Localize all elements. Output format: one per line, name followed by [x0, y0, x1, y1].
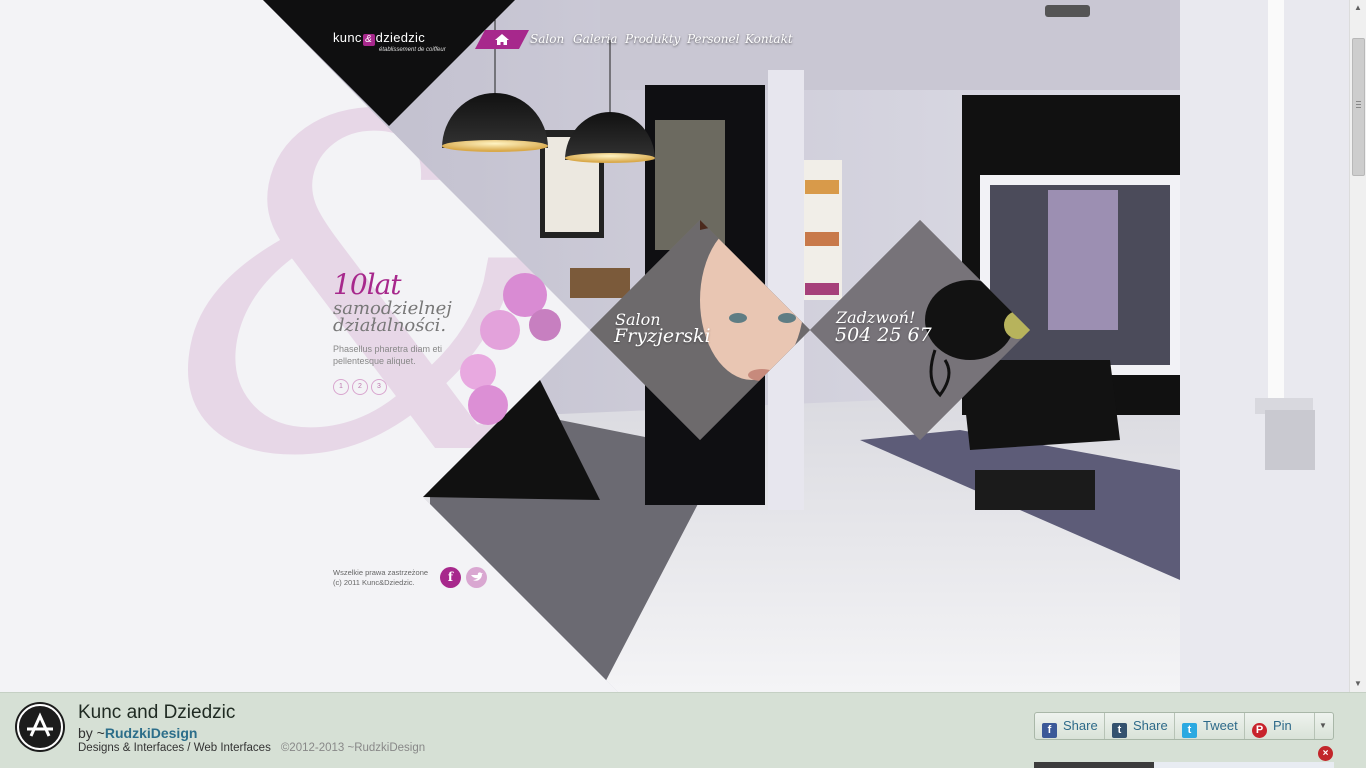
- rights-text: Wszelkie prawa zastrzeżone: [333, 568, 429, 577]
- hero-big-text: 10lat: [333, 268, 402, 301]
- deviation-title: Kunc and Dziedzic: [78, 702, 236, 723]
- share-facebook-label: Share: [1063, 718, 1098, 733]
- copyright-text: (c) 2011 Kunc&Dziedzic.: [333, 578, 415, 587]
- scroll-down-arrow-icon[interactable]: ▼: [1353, 679, 1363, 689]
- nav-item-kontakt[interactable]: Kontakt: [745, 32, 793, 46]
- nav-item-salon[interactable]: Salon: [530, 32, 564, 46]
- home-icon: [475, 30, 529, 49]
- tile-salon-line2[interactable]: Fryzjerski: [614, 325, 711, 347]
- share-twitter-button[interactable]: t Tweet: [1175, 713, 1245, 739]
- facebook-icon[interactable]: f: [440, 567, 461, 588]
- share-more-chevron-down-icon[interactable]: ▼: [1313, 713, 1333, 739]
- deviation-bar: Kunc and Dziedzic by ~RudzkiDesign Desig…: [0, 692, 1366, 768]
- hero-line-2: działalności.: [333, 315, 447, 336]
- share-facebook-button[interactable]: f Share: [1035, 713, 1105, 739]
- twitter-icon[interactable]: [466, 567, 487, 588]
- facebook-icon: f: [1042, 723, 1057, 738]
- hero-page-3[interactable]: 3: [371, 379, 387, 395]
- logo-word-kunc: kunc: [333, 30, 362, 45]
- nav-item-galeria[interactable]: Galeria: [573, 32, 617, 46]
- share-twitter-label: Tweet: [1203, 718, 1238, 733]
- twitter-icon: t: [1182, 723, 1197, 738]
- author-avatar[interactable]: [15, 702, 65, 752]
- scroll-up-arrow-icon[interactable]: ▲: [1353, 3, 1363, 13]
- logo-tagline: établissement de coiffeur: [379, 47, 446, 53]
- nav-item-produkty[interactable]: Produkty: [625, 32, 680, 46]
- hero-page-2[interactable]: 2: [352, 379, 368, 395]
- logo-word-dziedzic: dziedzic: [375, 30, 426, 45]
- share-tumblr-label: Share: [1133, 718, 1168, 733]
- share-pinterest-label: Pin: [1273, 718, 1292, 733]
- close-ad-icon[interactable]: ×: [1318, 746, 1333, 761]
- ad-strip: [1034, 762, 1334, 768]
- pinterest-icon: P: [1252, 723, 1267, 738]
- tumblr-icon: t: [1112, 723, 1127, 738]
- deviation-author-line: by ~RudzkiDesign: [78, 725, 197, 741]
- share-toolbar: f Share t Share t Tweet P Pin ▼: [1034, 712, 1334, 740]
- author-link[interactable]: RudzkiDesign: [105, 725, 198, 741]
- logo-ampersand: &: [362, 34, 375, 46]
- hero-slogan: 10lat samodzielnej działalności. Phasell…: [333, 268, 452, 395]
- hero-body-text: Phasellus pharetra diam eti pellentesque…: [333, 344, 443, 366]
- share-tumblr-button[interactable]: t Share: [1105, 713, 1175, 739]
- deviation-category-line: Designs & Interfaces / Web Interfaces ©20…: [78, 742, 425, 754]
- site-logo[interactable]: kunc & dziedzic établissement de coiffeur: [333, 30, 446, 53]
- vertical-scrollbar[interactable]: ▲ ▼: [1349, 0, 1366, 692]
- tile-call-line2[interactable]: 504 25 67: [835, 324, 932, 346]
- nav-home-button[interactable]: [475, 30, 529, 49]
- share-pinterest-button[interactable]: P Pin: [1245, 713, 1315, 739]
- by-prefix: by ~: [78, 725, 105, 741]
- page-viewport: & kunc & dziedzic établissement de coiff…: [0, 0, 1349, 692]
- rudzki-logo-icon: [17, 704, 63, 750]
- hero-pagination: 123: [333, 375, 452, 395]
- deviation-copyright: ©2012-2013 ~RudzkiDesign: [280, 742, 426, 754]
- page-copyright: Wszelkie prawa zastrzeżone (c) 2011 Kunc…: [333, 568, 428, 588]
- scrollbar-thumb[interactable]: [1352, 38, 1365, 176]
- hero-page-1[interactable]: 1: [333, 379, 349, 395]
- nav-item-personel[interactable]: Personel: [687, 32, 739, 46]
- category-link[interactable]: Designs & Interfaces / Web Interfaces: [78, 742, 271, 754]
